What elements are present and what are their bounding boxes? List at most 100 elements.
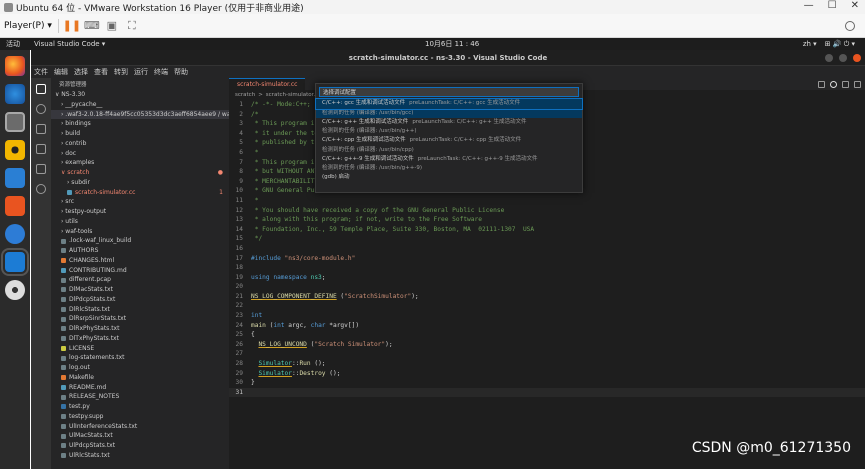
tree-item[interactable]: › contrib (51, 139, 229, 149)
quickpick-input[interactable]: 选择调试配置 (319, 87, 579, 97)
input-method-indicator[interactable]: zh ▾ (803, 40, 817, 49)
explorer-icon[interactable] (36, 84, 46, 94)
tree-item[interactable]: › src (51, 197, 229, 207)
tree-item-label: ∨ scratch (61, 169, 90, 176)
firefox-icon[interactable] (5, 56, 25, 76)
pause-icon[interactable]: ❚❚ (63, 19, 81, 33)
thunderbird-icon[interactable] (5, 84, 25, 104)
tree-item[interactable]: › subdir (51, 178, 229, 188)
tree-item[interactable]: scratch-simulator.cc 1 (51, 188, 229, 198)
tree-item[interactable]: ∨ scratch ● (51, 168, 229, 178)
tree-item[interactable]: LICENSE (51, 344, 229, 354)
tree-item-label: testpy.supp (69, 412, 104, 420)
software-icon[interactable] (5, 196, 25, 216)
run-dropdown-icon[interactable] (818, 80, 825, 88)
tree-item[interactable]: › __pycache__ (51, 100, 229, 110)
tree-item-label: UlInterferenceStats.txt (69, 422, 138, 430)
tree-item[interactable]: UlMacStats.txt (51, 431, 229, 441)
tree-item[interactable]: testpy.supp (51, 412, 229, 422)
quickpick-item[interactable]: C/C++: g++-9 生成和调试活动文件 preLaunchTask: C/C… (316, 155, 582, 165)
files-icon[interactable] (5, 112, 25, 132)
quickpick-item[interactable]: (gdb) 启动 (316, 173, 582, 183)
tree-item[interactable]: DlMacStats.txt (51, 285, 229, 295)
tree-item[interactable]: UlRlcStats.txt (51, 451, 229, 461)
code-line: 18 (229, 263, 865, 273)
tree-item[interactable]: AUTHORS (51, 246, 229, 256)
split-editor-icon[interactable] (842, 80, 849, 88)
run-debug-icon[interactable] (36, 144, 46, 154)
vscode-minimize-button[interactable] (825, 53, 833, 62)
clock[interactable]: 10月6日 11 : 46 (425, 39, 479, 49)
menu-item[interactable]: 帮助 (174, 67, 188, 77)
quickpick-item[interactable]: C/C++: cpp 生成和调试活动文件 preLaunchTask: C/C++… (316, 136, 582, 146)
player-menu[interactable]: Player(P) ▾ (4, 21, 52, 31)
disc-icon[interactable] (5, 280, 25, 300)
tree-item[interactable]: different.pcap (51, 275, 229, 285)
app-menu[interactable]: Visual Studio Code ▾ (34, 40, 105, 48)
system-menu[interactable]: ⊞ 🔊 ⏻ ▾ (825, 40, 855, 49)
tab-scratch-simulator[interactable]: scratch-simulator.cc (229, 78, 306, 90)
help-icon[interactable] (5, 224, 25, 244)
send-ctrl-alt-del-icon[interactable]: ⌨ (84, 19, 100, 33)
tree-item[interactable]: log-statements.txt (51, 353, 229, 363)
minimize-button[interactable]: — (804, 0, 814, 11)
tree-item[interactable]: ∨ NS-3.30 (51, 90, 229, 100)
tree-item[interactable]: DlRxPhyStats.txt (51, 324, 229, 334)
quickpick-item[interactable]: C/C++: gcc 生成和调试活动文件 preLaunchTask: C/C++… (315, 98, 583, 110)
source-control-icon[interactable] (36, 124, 46, 134)
tree-item[interactable]: UlPdcpStats.txt (51, 441, 229, 451)
search-icon[interactable] (36, 104, 46, 114)
tree-item[interactable]: › .waf3-2.0.18-ff4ae9f5cc05353d3dc3aeff6… (51, 109, 229, 120)
tree-item[interactable]: › bindings (51, 119, 229, 129)
tree-item[interactable]: CONTRIBUTING.md (51, 266, 229, 276)
tree-item[interactable]: › testpy-output (51, 207, 229, 217)
rhythmbox-icon[interactable] (5, 140, 25, 160)
menu-item[interactable]: 选择 (74, 67, 88, 77)
tree-item[interactable]: CHANGES.html (51, 256, 229, 266)
menu-item[interactable]: 文件 (34, 67, 48, 77)
menu-item[interactable]: 转到 (114, 67, 128, 77)
tree-item[interactable]: .lock-waf_linux_build (51, 236, 229, 246)
vscode-close-button[interactable] (853, 53, 861, 62)
quickpick-item[interactable]: C/C++: g++ 生成和调试活动文件 preLaunchTask: C/C++… (316, 118, 582, 128)
breadcrumb-item[interactable]: scratch (235, 92, 255, 98)
menu-item[interactable]: 运行 (134, 67, 148, 77)
tree-item[interactable]: DlPdcpStats.txt (51, 295, 229, 305)
tree-item[interactable]: Makefile (51, 373, 229, 383)
menu-item[interactable]: 终端 (154, 67, 168, 77)
activities-button[interactable]: 活动 (6, 39, 20, 49)
tree-item[interactable]: test.py (51, 402, 229, 412)
extensions-icon[interactable] (36, 164, 46, 174)
fit-guest-icon[interactable]: ▣ (105, 19, 119, 33)
tree-item[interactable]: › waf-tools (51, 227, 229, 237)
vscode-icon[interactable] (1, 248, 29, 276)
menu-item[interactable]: 编辑 (54, 67, 68, 77)
code-line: 28 Simulator:: Run (); (229, 359, 865, 369)
tree-item[interactable]: › utils (51, 217, 229, 227)
tree-item-label: › testpy-output (61, 208, 107, 215)
writer-icon[interactable] (5, 168, 25, 188)
close-button[interactable]: ✕ (851, 0, 859, 11)
test-icon[interactable] (36, 184, 46, 194)
menu-item[interactable]: 查看 (94, 67, 108, 77)
tree-item-label: AUTHORS (69, 247, 99, 254)
tree-item[interactable]: › doc (51, 149, 229, 159)
tree-item[interactable]: RELEASE_NOTES (51, 392, 229, 402)
explorer-sidebar: 资源管理器 ∨ NS-3.30 › __pycache__ › .waf3-2.0.… (51, 78, 229, 469)
vscode-maximize-button[interactable] (839, 53, 847, 62)
more-actions-icon[interactable] (854, 80, 861, 88)
removable-devices-icon[interactable] (845, 20, 855, 31)
fullscreen-icon[interactable]: ⛶ (125, 19, 139, 33)
breadcrumb-item[interactable]: scratch-simulator.cc (266, 92, 321, 98)
debug-config-gear-icon[interactable] (830, 80, 837, 88)
tree-item[interactable]: › build (51, 129, 229, 139)
tree-item[interactable]: DlTxPhyStats.txt (51, 334, 229, 344)
tree-item[interactable]: › examples (51, 158, 229, 168)
maximize-button[interactable]: ☐ (828, 0, 837, 11)
tree-item[interactable]: log.out (51, 363, 229, 373)
tree-item-label: UlRlcStats.txt (69, 451, 110, 459)
tree-item[interactable]: DlRlcStats.txt (51, 305, 229, 315)
tree-item[interactable]: UlInterferenceStats.txt (51, 422, 229, 432)
tree-item[interactable]: README.md (51, 383, 229, 393)
tree-item[interactable]: DlRsrpSinrStats.txt (51, 314, 229, 324)
